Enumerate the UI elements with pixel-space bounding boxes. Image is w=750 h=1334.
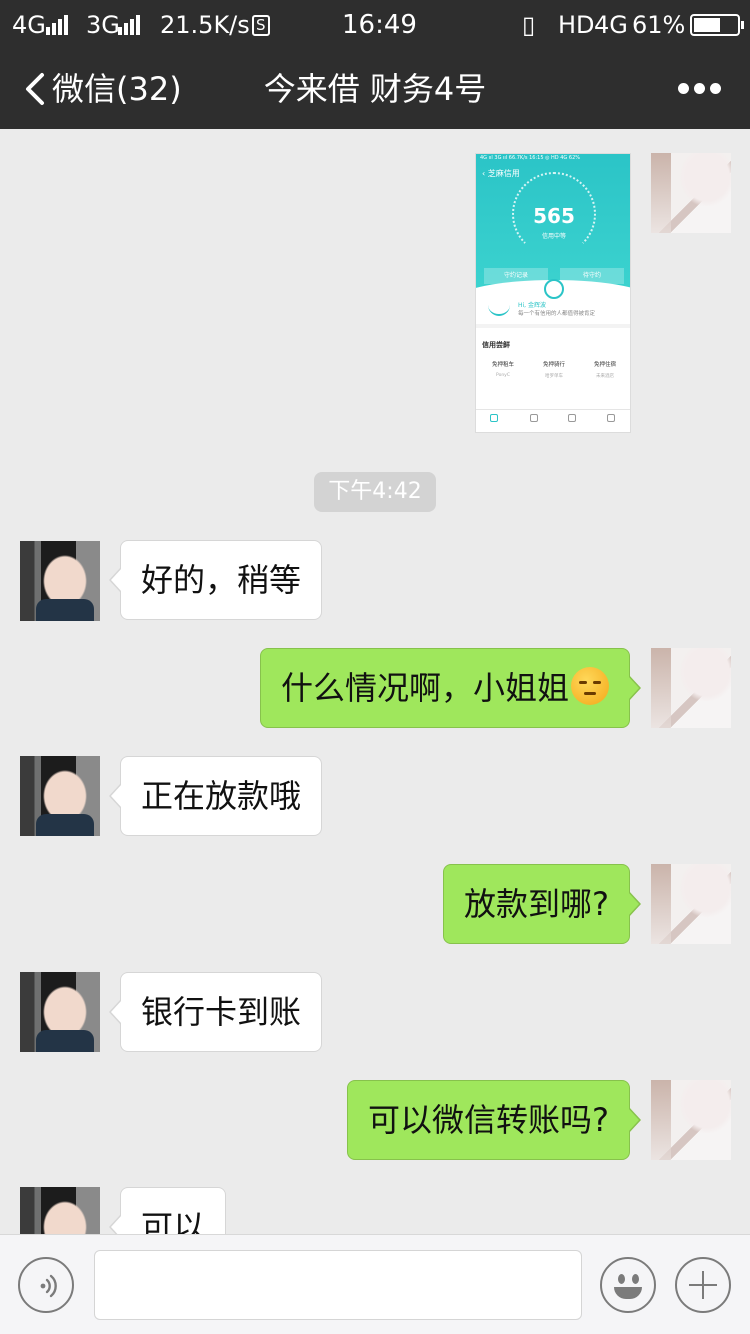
thumb-status-bar: 4G ııl 3G ııl 66.7K/s 16:15 ◎ HD 4G 62% — [480, 155, 581, 161]
hd-indicator: HD — [558, 11, 595, 39]
divider — [476, 324, 630, 328]
network-type-1: 4G — [12, 11, 46, 39]
credit-score: 565 — [533, 204, 575, 228]
emoji-face-icon — [618, 1274, 625, 1284]
emoji-button[interactable] — [600, 1257, 656, 1313]
message-bubble-in[interactable]: 好的，稍等 — [108, 540, 323, 620]
thumb-item: 免押住宿 未来酒店 — [593, 362, 616, 379]
thumb-item: 免押骑行 哈罗单车 — [542, 362, 565, 379]
thumb-section-title: 信用尝鲜 — [482, 341, 510, 349]
avatar-contact[interactable] — [20, 541, 100, 621]
input-bar — [0, 1234, 750, 1334]
message-bubble-out[interactable]: 可以微信转账吗? — [347, 1080, 641, 1160]
vibrate-icon: ▯ — [522, 11, 536, 39]
battery-icon — [690, 14, 744, 36]
eye-badge-icon — [544, 279, 564, 299]
avatar-contact[interactable] — [20, 972, 100, 1052]
network-speed: 21.5K/s — [160, 11, 250, 39]
message-bubble-in[interactable]: 可以 — [108, 1187, 227, 1234]
s-app-icon: S — [252, 11, 270, 39]
signal-icon-1 — [46, 11, 70, 41]
status-bar: 4G 3G 21.5K/s S 16:49 ▯ HD 4G 61% — [0, 0, 750, 50]
unamused-emoji-icon — [571, 667, 609, 705]
avatar-self[interactable] — [651, 1080, 731, 1160]
message-input[interactable] — [94, 1250, 582, 1320]
thumb-title: ‹ 芝麻信用 — [482, 169, 520, 178]
heart-icon — [530, 414, 538, 422]
chat-title: 今来借 财务4号 — [263, 70, 487, 108]
chat-header: 微信(32) 今来借 财务4号 — [0, 50, 750, 129]
thumb-greeting-sub: 每一个有信用的人都值得被肯定 — [518, 311, 596, 317]
thumb-tabbar — [476, 409, 630, 432]
message-list[interactable]: 4G ııl 3G ııl 66.7K/s 16:15 ◎ HD 4G 62% … — [0, 129, 750, 1234]
more-dots-icon[interactable] — [678, 83, 722, 95]
voice-button[interactable] — [18, 1257, 74, 1313]
message-bubble-out[interactable]: 什么情况啊，小姐姐 — [259, 648, 642, 728]
avatar-self[interactable] — [651, 648, 731, 728]
network-type-2: 3G — [86, 11, 120, 39]
battery-percent: 61% — [632, 11, 686, 39]
clock: 16:49 — [342, 10, 417, 40]
avatar-self[interactable] — [651, 153, 731, 233]
network-type-3: 4G — [594, 11, 628, 39]
credit-score-label: 信用中等 — [541, 233, 566, 240]
voice-icon — [40, 1274, 57, 1298]
sent-image-message[interactable]: 4G ııl 3G ııl 66.7K/s 16:15 ◎ HD 4G 62% … — [475, 153, 631, 433]
avatar-contact[interactable] — [20, 756, 100, 836]
thumb-greeting: Hi, 金辉波 — [518, 302, 546, 309]
thumb-item: 免押租车 PonyC — [491, 362, 514, 378]
home-icon — [490, 414, 498, 422]
signal-icon-2 — [118, 11, 142, 41]
message-bubble-in[interactable]: 正在放款哦 — [108, 756, 323, 836]
avatar-contact[interactable] — [20, 1187, 100, 1234]
person-icon — [607, 414, 615, 422]
message-bubble-in[interactable]: 银行卡到账 — [108, 972, 323, 1052]
compass-icon — [568, 414, 576, 422]
plus-icon[interactable] — [675, 1257, 731, 1313]
avatar-self[interactable] — [651, 864, 731, 944]
timestamp-divider: 下午4:42 — [314, 472, 436, 512]
message-bubble-out[interactable]: 放款到哪? — [443, 864, 641, 944]
